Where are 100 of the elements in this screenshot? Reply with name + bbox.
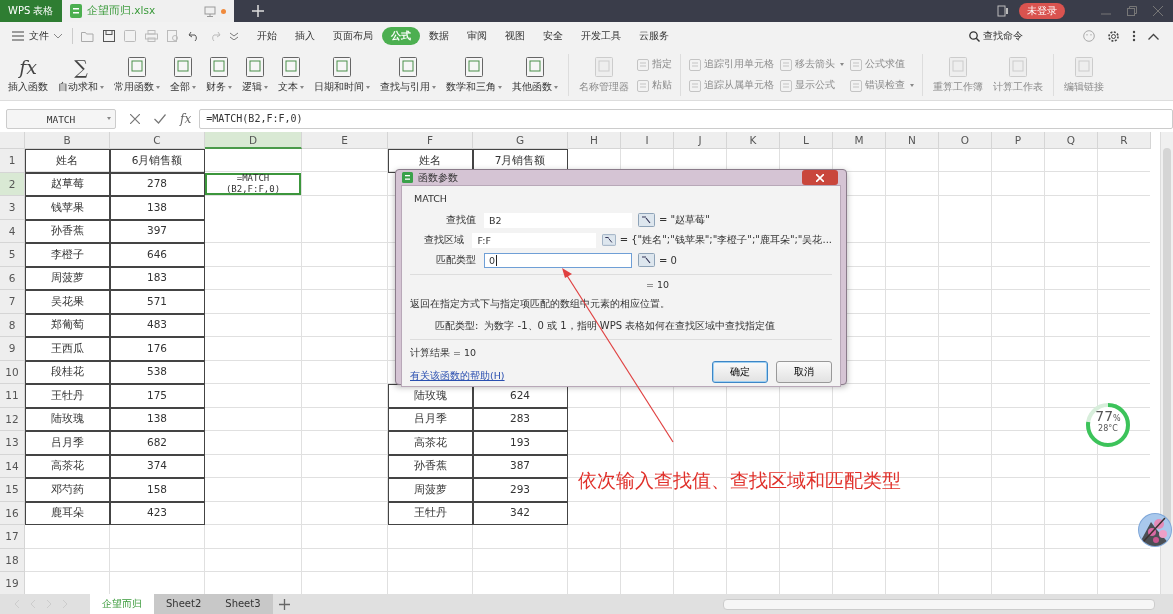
ribbon-button[interactable]: 常用函数 [112,56,162,94]
dialog-button[interactable]: 取消 [776,361,832,383]
column-header[interactable]: K [727,132,780,149]
menu-tab[interactable]: 审阅 [458,27,496,45]
row-header[interactable]: 6 [0,266,25,290]
scrollbar[interactable] [1160,132,1173,594]
input-field[interactable]: B2 [484,212,632,228]
sheet-tab[interactable]: Sheet2 [154,594,214,614]
ribbon-button[interactable]: 日期和时间 [312,56,372,94]
monitor-icon[interactable] [204,5,216,17]
undo-icon[interactable] [188,31,200,41]
menu-tab[interactable]: 页面布局 [324,27,382,45]
row-header[interactable]: 18 [0,548,25,572]
row-header[interactable]: 1 [0,149,25,173]
cancel-icon[interactable] [130,114,140,124]
column-header[interactable]: N [886,132,939,149]
column-header[interactable]: C [110,132,205,149]
column-header[interactable]: B [25,132,110,149]
column-header[interactable]: E [302,132,388,149]
settings-icon[interactable] [1107,29,1120,43]
row-header[interactable]: 2 [0,172,25,196]
row-header[interactable]: 9 [0,337,25,361]
input-field[interactable]: 0 [484,252,632,268]
row-header[interactable]: 16 [0,501,25,525]
menu-tab[interactable]: 插入 [286,27,324,45]
close-button[interactable] [802,170,838,185]
dialog-button[interactable]: 确定 [712,361,768,383]
column-header[interactable]: F [388,132,473,149]
argument-label: 查找值 [445,213,477,227]
sheet-tab[interactable]: Sheet3 [213,594,273,614]
column-header[interactable]: O [939,132,992,149]
argument-help: 为数字 -1、0 或 1，指明 WPS 表格如何在查找区域中查找指定值 [484,319,776,333]
collapse-icon[interactable] [1148,32,1159,40]
column-header[interactable]: H [568,132,621,149]
name-box[interactable]: MATCH [6,109,116,129]
column-header[interactable]: L [780,132,833,149]
document-icon[interactable] [124,30,136,42]
preview-icon[interactable] [167,30,179,42]
menu-tab[interactable]: 开发工具 [572,27,630,45]
ribbon-button[interactable]: 全部 [168,56,198,94]
row-header[interactable]: 5 [0,243,25,267]
printer-icon[interactable] [145,30,158,42]
add-icon[interactable] [278,598,290,610]
ribbon-button[interactable]: 财务 [204,56,234,94]
row-header[interactable]: 17 [0,525,25,549]
ribbon-button[interactable]: 查找与引用 [378,56,438,94]
row-header[interactable]: 14 [0,454,25,478]
more-icon[interactable] [1132,30,1136,42]
column-header[interactable]: R [1098,132,1151,149]
tablet-icon[interactable] [997,5,1009,17]
caret-icon[interactable] [230,32,238,40]
save-icon[interactable] [103,30,115,42]
formula-field[interactable]: =MATCH(B2,F:F,0) [199,109,1173,129]
column-header[interactable]: Q [1045,132,1098,149]
redo-icon[interactable] [209,31,221,41]
column-header[interactable]: P [992,132,1045,149]
range-select-icon[interactable] [638,253,655,267]
insert-function-button[interactable]: fx [180,112,192,126]
range-select-icon[interactable] [638,213,655,227]
column-header[interactable]: G [473,132,568,149]
sheet-tab[interactable]: 企望而归 [90,594,154,614]
restore-icon[interactable] [1127,6,1137,16]
menu-tab[interactable]: 视图 [496,27,534,45]
ribbon-button[interactable]: 其他函数 [510,56,560,94]
ribbon-button[interactable]: 文本 [276,56,306,94]
input-field[interactable]: F:F [472,232,596,248]
menu-tab[interactable]: 开始 [248,27,286,45]
scrollbar[interactable] [723,598,1155,610]
ribbon-button[interactable]: fx 插入函数 [6,56,50,94]
check-icon[interactable] [154,114,166,124]
row-header[interactable]: 10 [0,360,25,384]
row-header[interactable]: 15 [0,478,25,502]
column-header[interactable]: I [621,132,674,149]
menu-tab[interactable]: 安全 [534,27,572,45]
range-select-icon[interactable] [601,233,616,247]
row-header[interactable]: 12 [0,407,25,431]
app-tab[interactable]: WPS 表格 [0,0,62,22]
help-link[interactable]: 有关该函数的帮助(H) [410,370,505,383]
menu-tab[interactable]: 数据 [420,27,458,45]
row-header[interactable]: 11 [0,384,25,408]
row-header[interactable]: 19 [0,572,25,594]
smiley-icon[interactable] [1083,30,1095,42]
ribbon-button[interactable]: ∑ 自动求和 [56,56,106,94]
menu-tab[interactable]: 云服务 [630,27,678,45]
column-header[interactable]: M [833,132,886,149]
close-icon[interactable] [1153,6,1163,16]
column-header[interactable]: J [674,132,727,149]
folder-icon[interactable] [81,30,94,42]
file-menu[interactable]: 文件 [8,29,62,43]
caret-icon [192,86,196,89]
login-button[interactable]: 未登录 [1019,3,1065,19]
row-header[interactable]: 7 [0,290,25,314]
command-search[interactable]: 查找命令 [969,29,1023,43]
column-header[interactable]: D [205,132,302,149]
row-header[interactable]: 8 [0,313,25,337]
row-header[interactable]: 13 [0,431,25,455]
ribbon-button[interactable]: 逻辑 [240,56,270,94]
row-header[interactable]: 3 [0,196,25,220]
ribbon-button[interactable]: 数学和三角 [444,56,504,94]
row-header[interactable]: 4 [0,219,25,243]
